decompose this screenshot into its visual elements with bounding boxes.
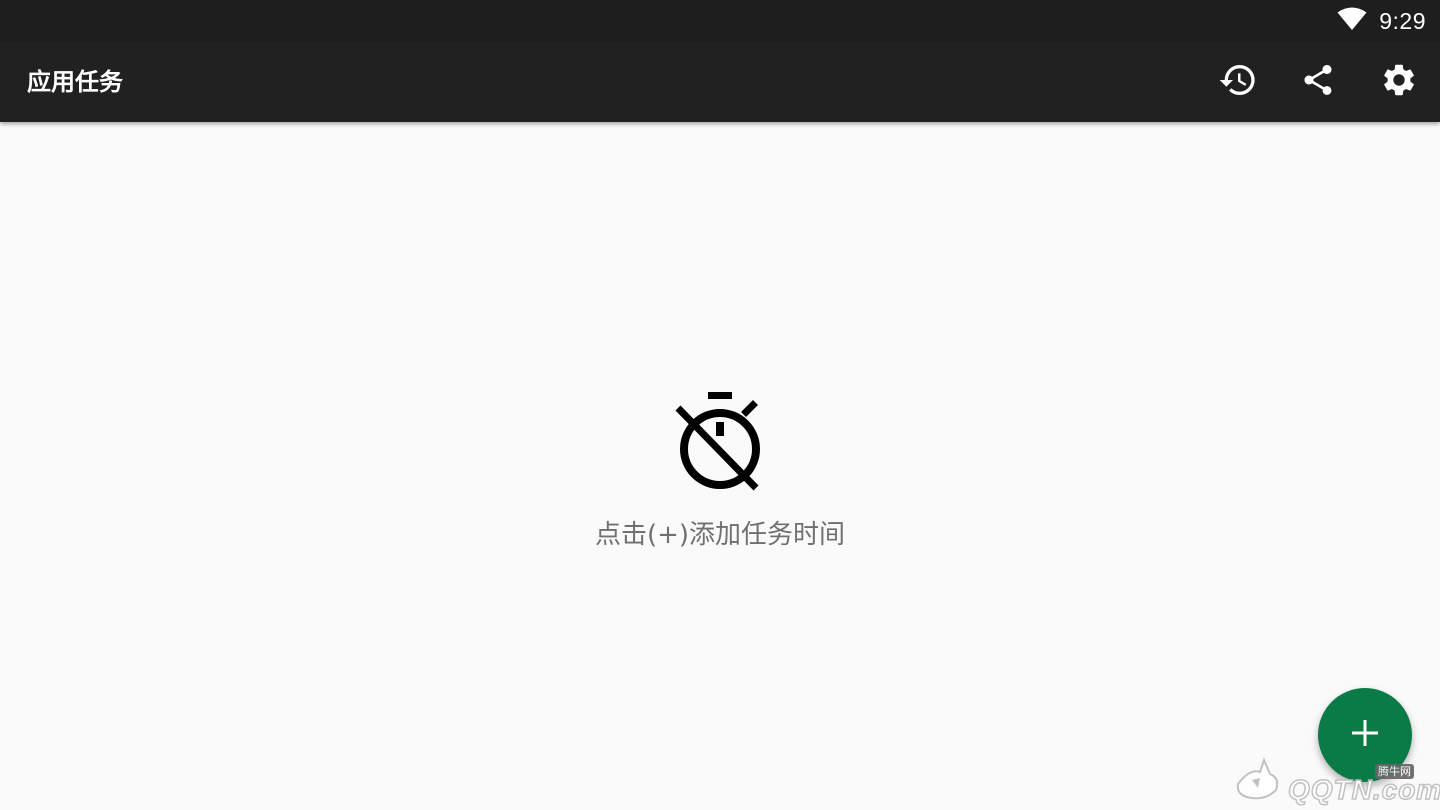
settings-button[interactable]: [1358, 42, 1440, 122]
history-icon: [1218, 60, 1258, 104]
plus-icon: [1350, 718, 1380, 752]
timer-off-icon: [672, 390, 768, 498]
page-title: 应用任务: [27, 68, 123, 96]
share-button[interactable]: [1278, 42, 1358, 122]
empty-state-message: 点击(+)添加任务时间: [594, 520, 846, 550]
status-time: 9:29: [1379, 7, 1426, 34]
gear-icon: [1380, 61, 1418, 103]
status-icons: 9:29: [1337, 0, 1426, 42]
status-bar: 9:29: [0, 0, 1440, 42]
empty-state: 点击(+)添加任务时间: [0, 390, 1440, 551]
app-bar: 应用任务: [0, 42, 1440, 122]
watermark-badge: 腾牛网: [1375, 764, 1414, 779]
wifi-icon: [1337, 7, 1367, 35]
watermark-text: QQTN.com: [1287, 773, 1440, 806]
toolbar: [1198, 42, 1440, 122]
history-button[interactable]: [1198, 42, 1278, 122]
watermark: QQTN.com 腾牛网: [1230, 752, 1440, 807]
share-icon: [1300, 62, 1336, 102]
